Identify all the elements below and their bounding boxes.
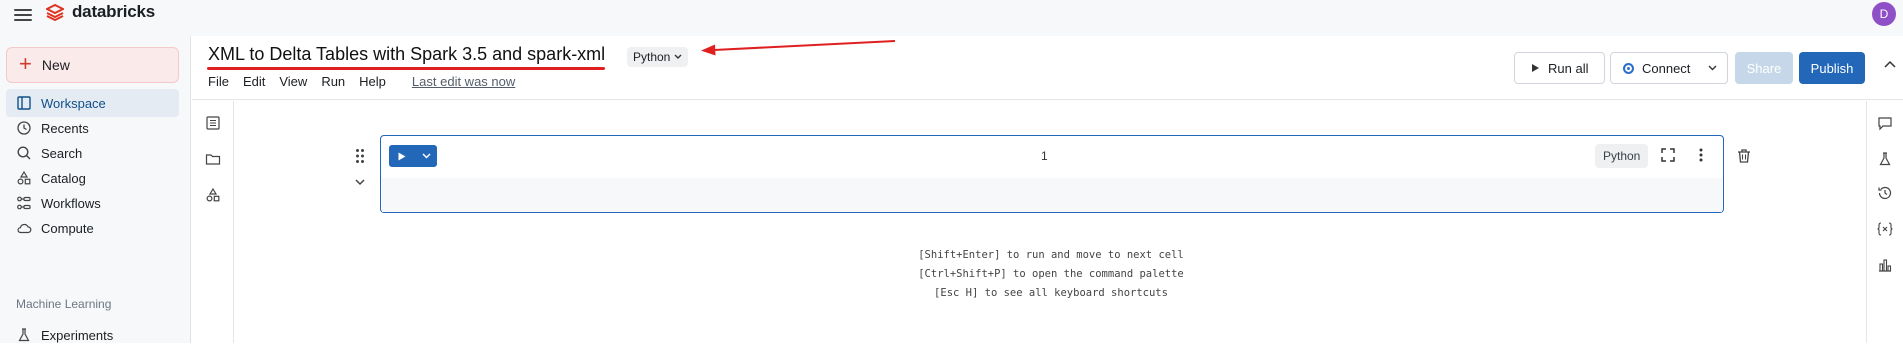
notebook-left-toolbar [192,101,234,343]
history-icon[interactable] [1877,185,1893,201]
notebook-cell[interactable]: 1 Python [380,135,1724,213]
new-button[interactable]: + New [6,47,179,83]
top-bar: databricks D [0,0,1903,36]
variables-icon[interactable] [1877,221,1893,237]
more-options-icon[interactable] [1699,148,1703,162]
catalog-icon[interactable] [205,187,221,203]
bar-chart-icon[interactable] [1877,257,1893,273]
cloud-icon [17,223,32,234]
hint-line: [Esc H] to see all keyboard shortcuts [934,287,1168,299]
run-cell-button-group [389,145,437,167]
sidebar-item-compute[interactable]: Compute [6,214,179,242]
annotation-arrow [701,40,896,56]
notebook-language-selector[interactable]: Python [627,47,689,67]
brand-name: databricks [72,2,156,21]
publish-button[interactable]: Publish [1799,52,1865,84]
experiments-icon [18,328,30,342]
play-icon [1532,64,1539,72]
chevron-down-icon [1708,65,1717,71]
clock-icon [17,121,31,135]
user-avatar[interactable]: D [1872,2,1896,26]
databricks-logo-icon [46,3,64,21]
sidebar: + New Workspace Recents Search Catalog W… [0,36,191,343]
keyboard-hints: [Shift+Enter] to run and move to next ce… [820,246,1282,303]
workspace-icon [17,96,31,110]
table-of-contents-icon[interactable] [205,115,221,131]
play-icon [398,152,406,160]
drag-handle-icon[interactable] [355,148,365,164]
run-all-label: Run all [1548,60,1589,76]
menu-edit[interactable]: Edit [243,74,265,89]
last-edit-link[interactable]: Last edit was now [412,74,515,89]
connection-status-icon [1623,62,1634,74]
cell-language-selector[interactable]: Python [1595,144,1649,168]
cell-number: 1 [1041,149,1048,163]
run-all-button[interactable]: Run all [1514,52,1606,84]
menu-help[interactable]: Help [359,74,386,89]
notebook-menu-bar: File Edit View Run Help Last edit was no… [208,74,515,89]
sidebar-item-workspace[interactable]: Workspace [6,89,179,117]
run-options-button[interactable] [415,145,437,167]
plus-icon: + [19,51,32,76]
catalog-icon [17,170,31,185]
databricks-logo[interactable]: databricks [46,2,155,22]
chevron-down-icon[interactable] [354,178,366,186]
chevron-down-icon [421,153,431,159]
notebook-language-label: Python [633,50,671,64]
sidebar-item-label: Workspace [41,95,106,111]
notebook-header: XML to Delta Tables with Spark 3.5 and s… [192,36,1903,100]
hint-line: [Ctrl+Shift+P] to open the command palet… [918,268,1184,280]
machine-learning-section-header: Machine Learning [16,297,112,311]
new-button-label: New [41,57,70,73]
annotation-underline [207,67,605,70]
menu-run[interactable]: Run [321,74,345,89]
sidebar-item-experiments[interactable]: Experiments [6,321,179,349]
hint-line: [Shift+Enter] to run and move to next ce… [918,249,1184,261]
sidebar-item-label: Workflows [41,195,101,211]
sidebar-item-search[interactable]: Search [6,139,179,167]
trash-icon[interactable] [1736,148,1752,164]
sidebar-item-label: Recents [41,120,89,136]
search-icon [17,146,31,160]
share-button[interactable]: Share [1735,52,1793,84]
sidebar-item-label: Search [41,145,83,161]
sidebar-item-catalog[interactable]: Catalog [6,164,179,192]
connect-label: Connect [1642,60,1691,76]
experiments-icon[interactable] [1877,151,1893,167]
chevron-up-icon[interactable] [1883,58,1897,72]
chevron-down-icon [674,54,682,59]
hamburger-menu-icon[interactable] [14,6,32,24]
menu-view[interactable]: View [279,74,307,89]
sidebar-item-workflows[interactable]: Workflows [6,189,179,217]
fullscreen-icon[interactable] [1661,148,1675,162]
comments-icon[interactable] [1877,115,1893,131]
connect-compute-button[interactable]: Connect [1610,52,1728,84]
notebook-title[interactable]: XML to Delta Tables with Spark 3.5 and s… [208,44,605,65]
sidebar-item-label: Experiments [41,327,114,343]
sidebar-item-label: Compute [41,220,94,236]
workflows-icon [17,196,31,210]
cell-code-editor[interactable] [382,178,1722,212]
notebook-right-rail [1866,101,1903,343]
run-cell-button[interactable] [389,145,415,167]
sidebar-item-recents[interactable]: Recents [6,114,179,142]
folder-icon[interactable] [205,151,221,167]
menu-file[interactable]: File [208,74,229,89]
sidebar-item-label: Catalog [41,170,86,186]
